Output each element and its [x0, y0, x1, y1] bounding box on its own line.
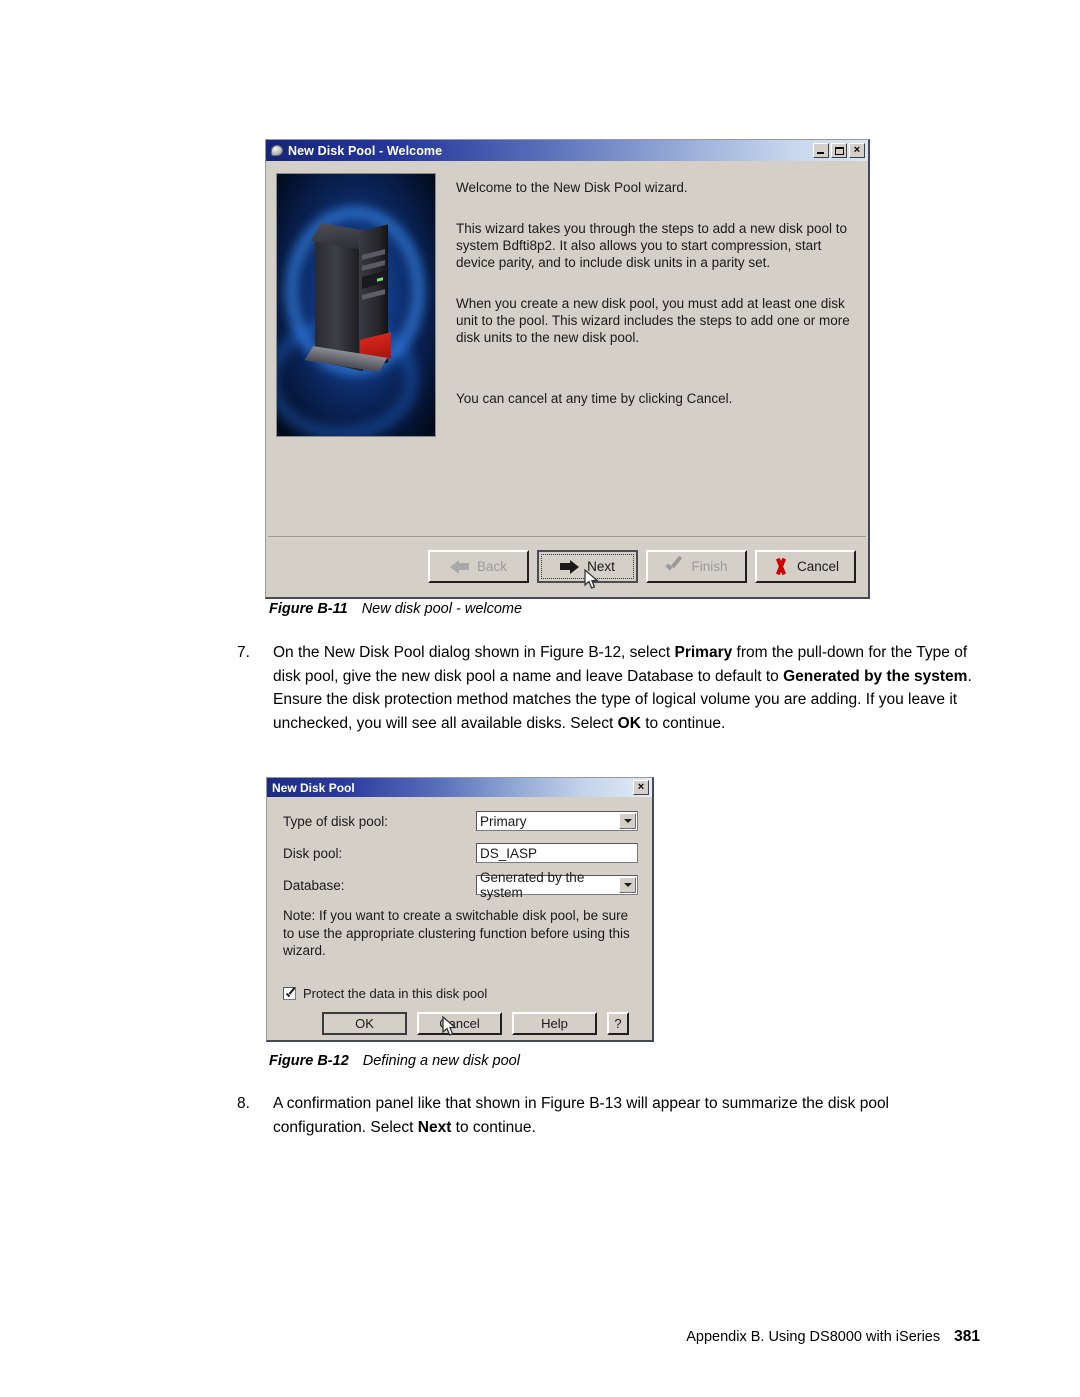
database-value: Generated by the system	[480, 870, 585, 900]
chevron-down-icon[interactable]	[619, 877, 636, 893]
cancel-button[interactable]: Cancel	[755, 549, 856, 583]
next-button[interactable]: Next	[537, 549, 638, 583]
window-title: New Disk Pool - Welcome	[288, 143, 443, 158]
close-icon: ×	[853, 143, 861, 156]
figure-b11-caption: Figure B-11 New disk pool - welcome	[269, 601, 522, 617]
figure-b11-text: New disk pool - welcome	[361, 601, 523, 617]
disk-pool-input[interactable]: DS_IASP	[476, 843, 638, 863]
wizard-paragraph-1: Welcome to the New Disk Pool wizard.	[456, 180, 688, 195]
window-controls: ×	[813, 143, 865, 158]
dialog-note-text: Note: If you want to create a switchable…	[283, 908, 630, 958]
wizard-paragraph-3: When you create a new disk pool, you mus…	[456, 296, 850, 345]
field-row-database: Database: Generated by the system	[283, 870, 638, 900]
dialog-body: Type of disk pool: Primary Disk pool: DS…	[269, 799, 650, 1038]
wizard-button-bar: Back Next Finish Cancel	[268, 536, 866, 595]
footer-text: Appendix B. Using DS8000 with iSeries	[686, 1329, 941, 1345]
arrow-left-icon	[449, 559, 469, 574]
wizard-illustration	[276, 173, 436, 437]
page-footer: Appendix B. Using DS8000 with iSeries 381	[686, 1328, 980, 1346]
step-7-number: 7.	[237, 644, 250, 661]
new-disk-pool-dialog: New Disk Pool × Type of disk pool: Prima…	[266, 777, 654, 1042]
maximize-button[interactable]	[831, 143, 847, 158]
back-button[interactable]: Back	[428, 549, 529, 583]
protect-data-checkbox[interactable]	[283, 986, 296, 1000]
dialog-close-button[interactable]: ×	[633, 780, 649, 795]
help-button[interactable]: Help	[512, 1011, 597, 1035]
next-button-label: Next	[587, 558, 615, 574]
context-help-button[interactable]: ?	[607, 1011, 629, 1035]
figure-b12-text: Defining a new disk pool	[362, 1053, 520, 1069]
field-row-type-of-disk-pool: Type of disk pool: Primary	[283, 811, 638, 831]
step-8-list-item: 8. A confirmation panel like that shown …	[237, 1092, 978, 1139]
help-button-label: Help	[541, 1015, 568, 1031]
ok-button[interactable]: OK	[322, 1011, 407, 1035]
dialog-title: New Disk Pool	[272, 780, 355, 795]
dialog-cancel-button[interactable]: Cancel	[417, 1011, 502, 1035]
figure-b12-label: Figure B-12	[269, 1053, 349, 1069]
dialog-cancel-button-label: Cancel	[439, 1015, 480, 1031]
maximize-icon	[834, 146, 844, 155]
dialog-titlebar: New Disk Pool ×	[267, 778, 652, 797]
figure-b12-caption: Figure B-12 Defining a new disk pool	[269, 1053, 520, 1069]
close-icon: ×	[637, 780, 645, 793]
protect-data-checkbox-label: Protect the data in this disk pool	[303, 985, 488, 1001]
disk-pool-icon	[271, 144, 284, 157]
type-of-disk-pool-label: Type of disk pool:	[283, 813, 389, 829]
figure-b11-label: Figure B-11	[269, 601, 348, 617]
arrow-right-icon	[560, 559, 580, 574]
disk-pool-value: DS_IASP	[480, 845, 538, 861]
checkmark-icon	[665, 559, 683, 574]
database-label: Database:	[283, 877, 345, 893]
minimize-button[interactable]	[813, 143, 829, 158]
wizard-paragraph-2: This wizard takes you through the steps …	[456, 221, 847, 270]
window-body: Welcome to the New Disk Pool wizard. Thi…	[268, 163, 866, 536]
new-disk-pool-welcome-window: New Disk Pool - Welcome × Welcome to the…	[265, 139, 870, 599]
wizard-paragraph-4: You can cancel at any time by clicking C…	[456, 391, 733, 406]
window-titlebar: New Disk Pool - Welcome ×	[266, 140, 868, 161]
back-button-label: Back	[476, 558, 507, 574]
red-x-icon	[772, 558, 789, 575]
finish-button[interactable]: Finish	[646, 549, 747, 583]
database-combobox[interactable]: Generated by the system	[476, 870, 638, 900]
step-8-number: 8.	[237, 1095, 250, 1112]
step-8-text: A confirmation panel like that shown in …	[273, 1095, 890, 1136]
minimize-icon	[817, 152, 824, 154]
dialog-window-controls: ×	[633, 780, 649, 795]
finish-button-label: Finish	[691, 558, 728, 574]
wizard-text: Welcome to the New Disk Pool wizard. Thi…	[436, 163, 866, 536]
type-of-disk-pool-value: Primary	[480, 813, 527, 829]
ok-button-label: OK	[355, 1015, 374, 1031]
protect-data-checkbox-row[interactable]: Protect the data in this disk pool	[283, 986, 638, 1001]
step-7-list-item: 7. On the New Disk Pool dialog shown in …	[237, 641, 978, 735]
disk-pool-label: Disk pool:	[283, 845, 343, 861]
chevron-down-icon[interactable]	[619, 813, 636, 829]
server-tower-icon	[304, 222, 391, 376]
context-help-button-label: ?	[614, 1015, 622, 1031]
close-button[interactable]: ×	[849, 143, 865, 158]
dialog-button-bar: OK Cancel Help ?	[283, 1011, 638, 1035]
cancel-button-label: Cancel	[796, 558, 840, 574]
page-number: 381	[954, 1328, 980, 1345]
type-of-disk-pool-combobox[interactable]: Primary	[476, 811, 638, 831]
field-row-disk-pool: Disk pool: DS_IASP	[283, 843, 638, 863]
step-7-text: On the New Disk Pool dialog shown in Fig…	[273, 644, 972, 732]
